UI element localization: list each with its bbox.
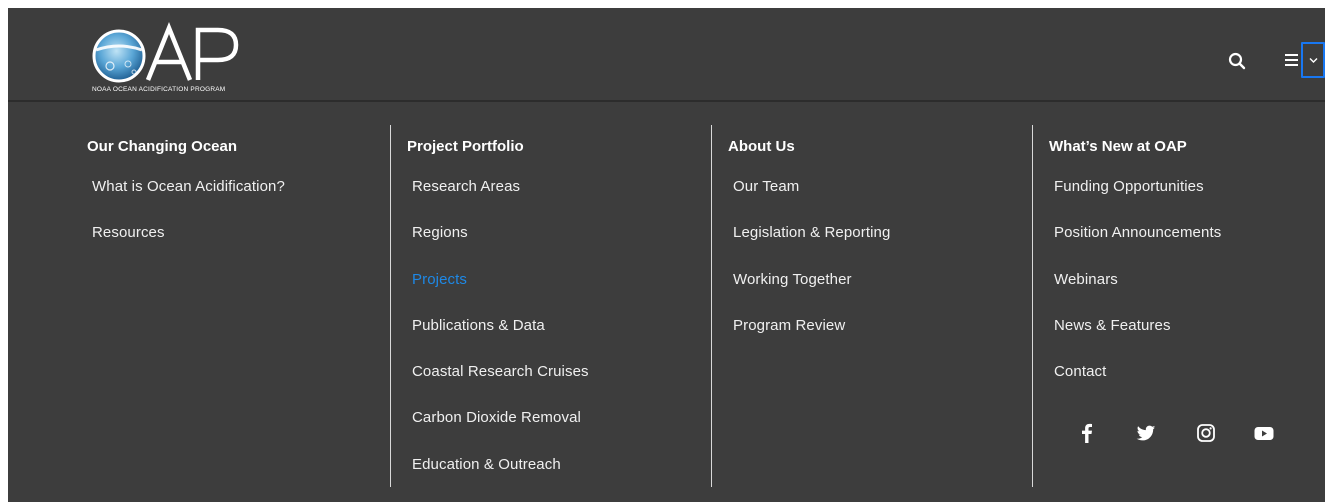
youtube-link[interactable] xyxy=(1253,422,1275,444)
oap-logo[interactable]: NOAA OCEAN ACIDIFICATION PROGRAM xyxy=(82,22,282,94)
menu-item: Carbon Dioxide Removal xyxy=(412,409,589,455)
menu-column-project-portfolio: Project Portfolio Research Areas Regions… xyxy=(391,104,711,502)
logo-subtitle: NOAA OCEAN ACIDIFICATION PROGRAM xyxy=(92,86,226,93)
column-link-list: Our Team Legislation & Reporting Working… xyxy=(733,178,890,363)
menu-item: Coastal Research Cruises xyxy=(412,363,589,409)
menu-link-our-team[interactable]: Our Team xyxy=(733,178,799,195)
column-heading: What’s New at OAP xyxy=(1049,138,1187,155)
column-heading: About Us xyxy=(728,138,795,155)
menu-link-publications-data[interactable]: Publications & Data xyxy=(412,317,545,334)
column-link-list: Research Areas Regions Projects Publicat… xyxy=(412,178,589,502)
column-link-list: What is Ocean Acidification? Resources xyxy=(92,178,285,271)
menu-item: What is Ocean Acidification? xyxy=(92,178,285,224)
menu-link-funding-opportunities[interactable]: Funding Opportunities xyxy=(1054,178,1204,195)
page-frame: NOAA OCEAN ACIDIFICATION PROGRAM Our Cha… xyxy=(8,8,1325,502)
column-link-list: Funding Opportunities Position Announcem… xyxy=(1054,178,1221,409)
menu-item: Publications & Data xyxy=(412,317,589,363)
column-heading: Our Changing Ocean xyxy=(87,138,238,155)
menu-link-what-is-ocean-acidification[interactable]: What is Ocean Acidification? xyxy=(92,178,285,195)
menu-item: Research Areas xyxy=(412,178,589,224)
twitter-icon xyxy=(1136,425,1156,441)
hamburger-menu-icon xyxy=(1285,54,1298,66)
search-icon xyxy=(1228,52,1246,70)
column-heading: Project Portfolio xyxy=(407,138,524,155)
facebook-icon xyxy=(1082,423,1092,443)
menu-item: Contact xyxy=(1054,363,1221,409)
hamburger-menu-button[interactable] xyxy=(1284,52,1300,68)
menu-link-education-outreach[interactable]: Education & Outreach xyxy=(412,456,561,473)
site-header: NOAA OCEAN ACIDIFICATION PROGRAM xyxy=(8,8,1325,102)
menu-link-program-review[interactable]: Program Review xyxy=(733,317,845,334)
instagram-link[interactable] xyxy=(1195,422,1217,444)
menu-link-coastal-research-cruises[interactable]: Coastal Research Cruises xyxy=(412,363,589,380)
menu-link-research-areas[interactable]: Research Areas xyxy=(412,178,520,195)
menu-item: Our Team xyxy=(733,178,890,224)
search-button[interactable] xyxy=(1228,52,1246,70)
menu-item-active: Projects xyxy=(412,271,589,317)
menu-item: Working Together xyxy=(733,271,890,317)
menu-link-webinars[interactable]: Webinars xyxy=(1054,271,1118,288)
instagram-icon xyxy=(1197,424,1215,442)
menu-link-projects[interactable]: Projects xyxy=(412,271,467,288)
menu-toggle-button[interactable] xyxy=(1301,42,1325,78)
menu-link-contact[interactable]: Contact xyxy=(1054,363,1106,380)
chevron-down-icon xyxy=(1309,58,1318,63)
facebook-link[interactable] xyxy=(1076,422,1098,444)
menu-item: Resources xyxy=(92,224,285,270)
social-links xyxy=(1076,422,1296,450)
menu-link-news-features[interactable]: News & Features xyxy=(1054,317,1171,334)
menu-link-legislation-reporting[interactable]: Legislation & Reporting xyxy=(733,224,890,241)
menu-item: Education & Outreach xyxy=(412,456,589,502)
menu-link-carbon-dioxide-removal[interactable]: Carbon Dioxide Removal xyxy=(412,409,581,426)
menu-link-resources[interactable]: Resources xyxy=(92,224,165,241)
menu-link-position-announcements[interactable]: Position Announcements xyxy=(1054,224,1221,241)
menu-item: Position Announcements xyxy=(1054,224,1221,270)
menu-column-our-changing-ocean: Our Changing Ocean What is Ocean Acidifi… xyxy=(8,104,328,502)
menu-column-about-us: About Us Our Team Legislation & Reportin… xyxy=(712,104,1032,502)
twitter-link[interactable] xyxy=(1135,422,1157,444)
menu-link-working-together[interactable]: Working Together xyxy=(733,271,852,288)
menu-item: Legislation & Reporting xyxy=(733,224,890,270)
menu-item: Program Review xyxy=(733,317,890,363)
youtube-icon xyxy=(1254,427,1274,440)
menu-item: Webinars xyxy=(1054,271,1221,317)
menu-item: Funding Opportunities xyxy=(1054,178,1221,224)
menu-link-regions[interactable]: Regions xyxy=(412,224,468,241)
oap-logo-graphic xyxy=(92,22,239,83)
menu-item: News & Features xyxy=(1054,317,1221,363)
menu-item: Regions xyxy=(412,224,589,270)
